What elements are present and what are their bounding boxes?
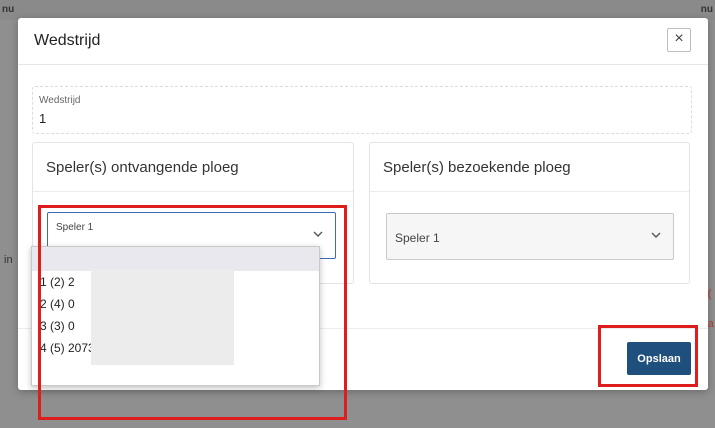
redaction-overlay	[91, 269, 234, 365]
home-team-card-header: Speler(s) ontvangende ploeg	[33, 143, 353, 192]
visitor-team-title: Speler(s) bezoekende ploeg	[383, 159, 571, 176]
background-edge-text: in	[4, 254, 13, 266]
modal-title: Wedstrijd	[34, 32, 101, 49]
close-button[interactable]: ×	[667, 28, 691, 52]
background-text-left: nu	[2, 4, 15, 15]
visitor-team-card: Speler(s) bezoekende ploeg Speler 1	[369, 142, 690, 284]
modal-header: Wedstrijd ×	[18, 18, 708, 65]
background-page-header	[0, 0, 715, 20]
match-field[interactable]: Wedstrijd 1	[32, 86, 692, 134]
match-field-label: Wedstrijd	[39, 95, 81, 106]
home-player-dropdown: 1 (2) 2 2 (4) 0 3 (3) 0 4 (5) 2073914 La…	[31, 246, 320, 386]
home-team-title: Speler(s) ontvangende ploeg	[46, 159, 239, 176]
match-field-value: 1	[39, 111, 47, 126]
visitor-team-card-header: Speler(s) bezoekende ploeg	[370, 143, 689, 192]
close-icon: ×	[674, 30, 684, 47]
dropdown-empty-option[interactable]	[32, 247, 319, 271]
background-text-right: nu	[700, 4, 713, 15]
visitor-player-select[interactable]: Speler 1	[386, 213, 674, 260]
chevron-down-icon	[313, 231, 323, 237]
save-button[interactable]: Opslaan	[627, 342, 691, 375]
visitor-player-select-label: Speler 1	[395, 231, 440, 245]
chevron-down-icon	[651, 232, 661, 238]
home-player-select-label: Speler 1	[56, 222, 94, 233]
